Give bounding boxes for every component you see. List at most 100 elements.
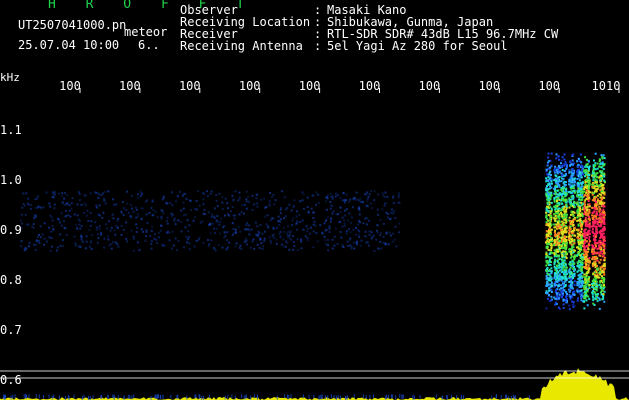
echo-pixel	[599, 230, 602, 233]
echo-pixel	[594, 162, 597, 165]
noise-speck	[392, 212, 395, 215]
echo-pixel	[558, 176, 561, 178]
activity-blip	[353, 394, 355, 399]
noise-speck	[160, 215, 163, 218]
echo-pixel	[562, 250, 565, 253]
noise-speck	[162, 212, 165, 215]
noise-speck	[220, 217, 223, 220]
echo-pixel	[596, 167, 599, 170]
noise-speck	[221, 208, 224, 211]
noise-speck	[20, 245, 22, 248]
echo-pixel	[581, 223, 584, 226]
echo-pixel	[591, 262, 594, 265]
echo-pixel	[596, 285, 599, 288]
noise-speck	[389, 234, 392, 237]
noise-speck	[283, 230, 285, 233]
noise-speck	[397, 194, 400, 197]
noise-speck	[366, 198, 369, 200]
noise-speck	[177, 219, 180, 222]
echo-pixel	[602, 297, 605, 300]
echo-pixel	[569, 288, 572, 291]
echo-pixel	[594, 297, 597, 300]
noise-speck	[304, 235, 307, 238]
echo-pixel	[583, 201, 586, 204]
noise-speck	[188, 224, 191, 227]
noise-speck	[238, 246, 241, 249]
noise-speck	[346, 219, 349, 222]
activity-blip	[208, 394, 210, 399]
echo-pixel	[573, 270, 575, 273]
noise-speck	[177, 239, 180, 242]
noise-speck	[368, 230, 371, 233]
noise-speck	[350, 216, 353, 219]
noise-speck	[366, 200, 369, 203]
echo-pixel	[598, 214, 601, 217]
activity-blip	[505, 394, 506, 399]
echo-pixel	[578, 171, 581, 174]
noise-speck	[103, 237, 106, 240]
echo-pixel	[553, 296, 556, 299]
echo-pixel	[557, 261, 560, 264]
activity-blip	[58, 395, 60, 400]
echo-pixel	[599, 251, 602, 253]
echo-pixel	[588, 184, 591, 187]
noise-speck	[327, 249, 330, 252]
noise-speck	[193, 245, 196, 248]
noise-speck	[398, 222, 401, 225]
noise-speck	[321, 232, 324, 235]
echo-pixel	[583, 209, 586, 212]
noise-speck	[90, 220, 93, 223]
activity-blip	[446, 395, 448, 400]
noise-speck	[255, 197, 258, 200]
echo-pixel	[562, 163, 565, 166]
noise-speck	[363, 217, 366, 220]
noise-speck	[266, 214, 269, 217]
echo-pixel	[571, 234, 574, 237]
echo-pixel	[573, 229, 576, 232]
echo-pixel	[580, 201, 583, 204]
noise-speck	[232, 199, 235, 202]
echo-pixel	[599, 266, 602, 269]
activity-blip	[38, 394, 40, 399]
echo-pixel	[549, 263, 552, 266]
noise-speck	[70, 202, 73, 205]
echo-pixel	[584, 237, 587, 240]
echo-pixel	[598, 284, 601, 286]
noise-speck	[225, 239, 228, 242]
noise-speck	[20, 240, 23, 243]
noise-speck	[163, 244, 166, 247]
activity-blip	[395, 395, 397, 400]
noise-speck	[171, 191, 173, 194]
echo-pixel	[571, 286, 574, 289]
noise-speck	[82, 212, 85, 214]
activity-blip	[390, 394, 392, 399]
noise-speck	[357, 228, 359, 231]
noise-speck	[268, 236, 271, 239]
noise-speck	[285, 208, 287, 211]
echo-pixel	[592, 173, 595, 176]
echo-pixel	[565, 207, 568, 210]
echo-pixel	[600, 213, 603, 216]
activity-blip	[154, 394, 156, 399]
echo-pixel	[591, 253, 594, 256]
echo-pixel	[579, 244, 582, 247]
echo-pixel	[564, 183, 567, 186]
noise-speck	[296, 220, 299, 223]
echo-pixel	[547, 183, 550, 186]
noise-speck	[213, 207, 216, 210]
echo-pixel	[581, 275, 584, 278]
noise-speck	[51, 219, 54, 222]
echo-pixel	[576, 289, 579, 292]
echo-pixel	[581, 292, 584, 295]
echo-pixel	[550, 152, 553, 155]
echo-pixel	[594, 252, 597, 255]
echo-pixel	[588, 240, 591, 243]
noise-speck	[38, 234, 40, 236]
noise-speck	[68, 204, 71, 207]
echo-pixel	[561, 156, 564, 159]
noise-speck	[352, 228, 355, 231]
echo-pixel	[578, 184, 580, 187]
activity-blip	[495, 394, 497, 399]
noise-speck	[120, 211, 123, 214]
echo-pixel	[588, 216, 591, 218]
